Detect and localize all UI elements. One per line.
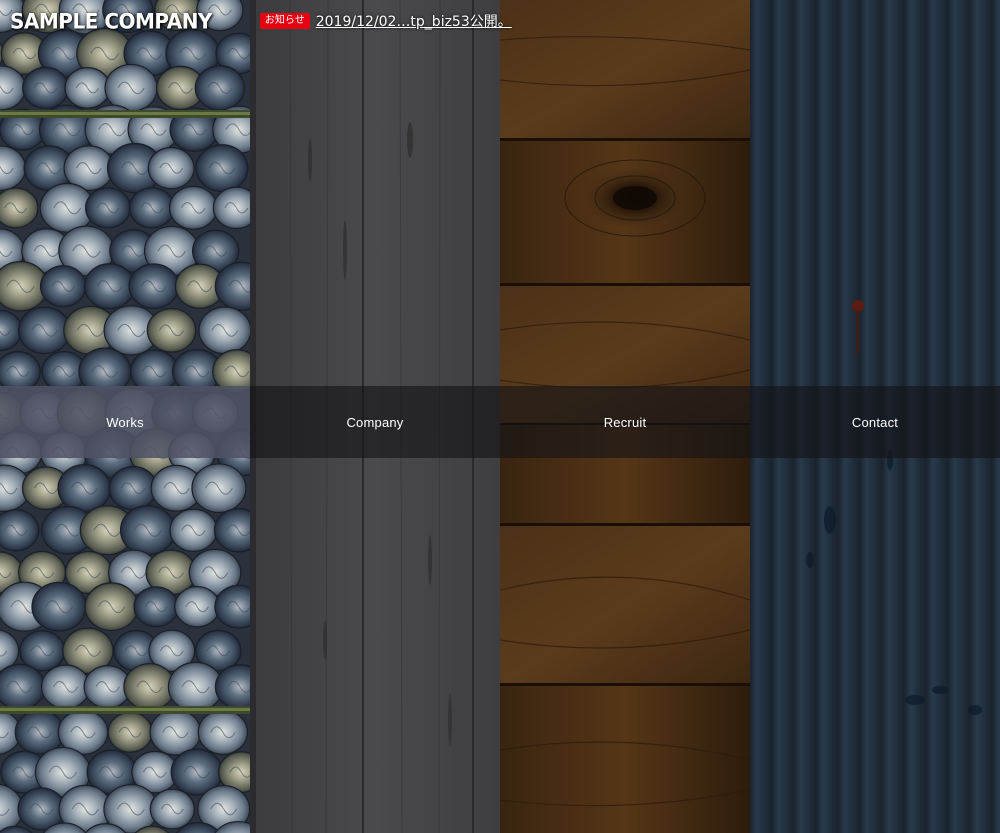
news-badge: お知らせ xyxy=(259,13,310,29)
site-header: SAMPLE COMPANY お知らせ 2019/12/02…tp_biz53公… xyxy=(0,0,1000,42)
company-logo[interactable]: SAMPLE COMPANY xyxy=(10,8,212,33)
page-stage: SAMPLE COMPANY お知らせ 2019/12/02…tp_biz53公… xyxy=(0,0,1000,833)
menu-item-company[interactable]: Company xyxy=(250,386,500,458)
main-menu: Works Company Recruit Contact xyxy=(0,386,1000,458)
menu-item-contact[interactable]: Contact xyxy=(750,386,1000,458)
menu-item-recruit[interactable]: Recruit xyxy=(500,386,750,458)
news-link[interactable]: 2019/12/02…tp_biz53公開。 xyxy=(316,11,512,31)
news-ticker: お知らせ 2019/12/02…tp_biz53公開。 xyxy=(259,11,512,31)
menu-item-works[interactable]: Works xyxy=(0,386,250,458)
